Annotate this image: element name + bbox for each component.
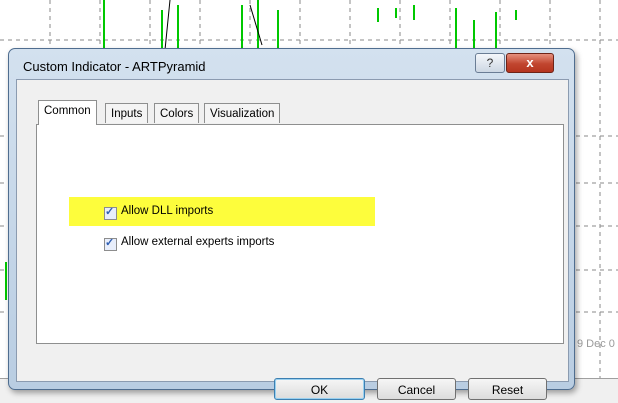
- allow-external-experts-checkbox[interactable]: [104, 236, 117, 251]
- allow-dll-imports-label: Allow DLL imports: [121, 205, 214, 217]
- cancel-button[interactable]: Cancel: [377, 378, 456, 400]
- dialog-client-area: Common Inputs Colors Visualization Allow…: [16, 79, 569, 400]
- help-button[interactable]: ?: [475, 53, 505, 73]
- ok-button[interactable]: OK: [274, 378, 365, 400]
- chart-date-label: 9 Dec 0: [577, 338, 615, 350]
- allow-dll-imports-checkbox[interactable]: [104, 205, 117, 220]
- custom-indicator-dialog: Custom Indicator - ARTPyramid ? x Common…: [8, 48, 575, 400]
- tab-visualization[interactable]: Visualization: [204, 103, 281, 123]
- tab-common[interactable]: Common: [38, 100, 97, 125]
- close-icon: x: [526, 55, 534, 70]
- tab-colors[interactable]: Colors: [154, 103, 200, 123]
- tab-inputs[interactable]: Inputs: [105, 103, 149, 123]
- tab-panel-common: [36, 124, 564, 344]
- close-button[interactable]: x: [506, 53, 554, 73]
- allow-external-experts-label: Allow external experts imports: [121, 236, 275, 248]
- dialog-title: Custom Indicator - ARTPyramid: [23, 59, 206, 74]
- reset-button[interactable]: Reset: [468, 378, 547, 400]
- chart-wicks: [164, 0, 263, 51]
